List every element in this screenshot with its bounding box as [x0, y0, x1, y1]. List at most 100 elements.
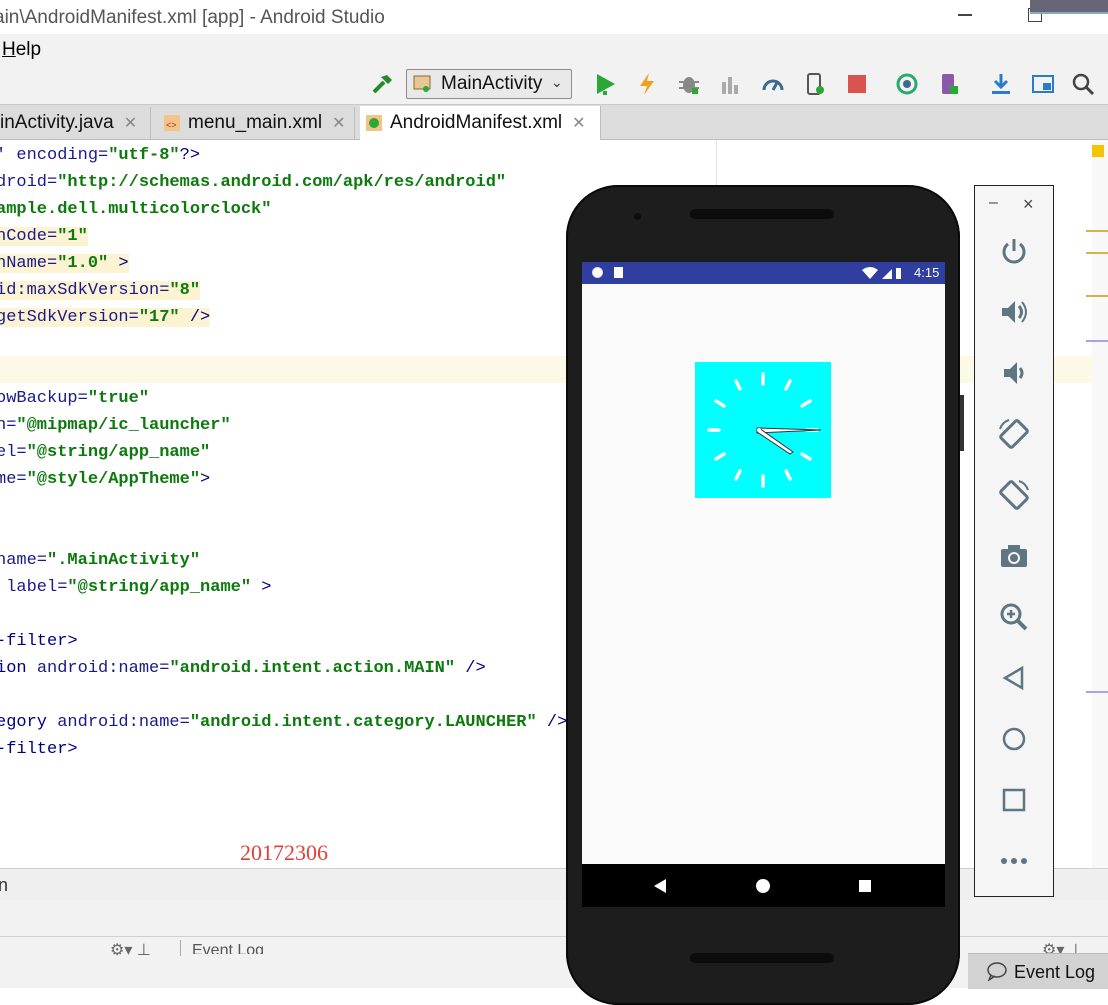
code-token: ?> [179, 146, 201, 165]
code-token: -filter> [0, 632, 78, 651]
status-time: 4:15 [914, 265, 940, 280]
code-line: ion android:name="android.intent.action.… [0, 655, 486, 682]
code-token: "1" [57, 227, 88, 246]
nav-back-icon[interactable] [654, 879, 668, 893]
toolbar: MainActivity ⌄ [0, 64, 1108, 105]
code-token: n= [0, 416, 17, 435]
code-token: ".MainActivity" [47, 551, 201, 570]
screenshot-icon[interactable] [997, 539, 1031, 573]
code-token: "@style/AppTheme" [26, 470, 201, 489]
overview-icon[interactable] [997, 783, 1031, 817]
code-token: "@string/app_name" [67, 578, 252, 597]
event-log-button[interactable]: Event Log [968, 953, 1108, 989]
rotate-left-icon[interactable] [997, 417, 1031, 451]
zoom-icon[interactable] [997, 600, 1031, 634]
code-line: label="@string/app_name" > [0, 574, 271, 601]
panel-minimize-button[interactable]: – [989, 194, 998, 212]
code-token: > [108, 254, 129, 273]
emulator-controls-panel: – × [974, 185, 1054, 897]
android-status-bar: 4:15 [582, 262, 945, 284]
panel-close-button[interactable]: × [1023, 194, 1034, 215]
code-token: el= [0, 443, 27, 462]
stop-icon[interactable] [844, 71, 870, 97]
nav-recents-icon[interactable] [859, 880, 871, 892]
code-token: "17" [138, 308, 180, 327]
code-token: "utf-8" [108, 146, 180, 165]
code-token: "http://schemas.android.com/apk/res/andr… [57, 173, 507, 192]
speaker-grille-bottom [690, 953, 834, 963]
chevron-down-icon: ⌄ [551, 74, 563, 90]
search-icon[interactable] [1070, 71, 1096, 97]
code-token: "android.intent.category.LAUNCHER" [189, 713, 537, 732]
code-line: egory android:name="android.intent.categ… [0, 709, 567, 736]
code-token: me= [0, 470, 27, 489]
run-icon[interactable] [592, 71, 618, 97]
code-line: droid="http://schemas.android.com/apk/re… [0, 169, 506, 196]
volume-up-icon[interactable] [997, 295, 1031, 329]
tab-menu-main[interactable]: <> menu_main.xml ✕ [158, 107, 355, 139]
code-line: nName="1.0" > [0, 250, 129, 277]
avd-manager-icon[interactable] [936, 71, 962, 97]
apply-changes-icon[interactable] [634, 71, 660, 97]
power-icon[interactable] [997, 234, 1031, 268]
code-line: n="@mipmap/ic_launcher" [0, 412, 231, 439]
tab-label: inActivity.java [0, 112, 114, 133]
project-structure-icon[interactable] [1030, 71, 1056, 97]
code-token: > [251, 578, 272, 597]
nav-home-icon[interactable] [756, 879, 770, 893]
code-token: "1.0" [57, 254, 109, 273]
sync-icon[interactable] [894, 71, 920, 97]
gear-icon[interactable]: ⚙▾ ⊥ [110, 940, 151, 960]
code-token: "@mipmap/ic_launcher" [16, 416, 231, 435]
menu-bar: Help [0, 34, 1108, 64]
side-button [960, 395, 964, 451]
signal-icon [862, 267, 901, 279]
menu-help[interactable]: Help [2, 39, 41, 61]
tab-main-activity[interactable]: inActivity.java ✕ [0, 107, 151, 139]
more-icon[interactable] [997, 844, 1031, 878]
home-icon[interactable] [997, 722, 1031, 756]
debug-icon[interactable] [676, 71, 702, 97]
hammer-icon[interactable] [370, 71, 396, 97]
code-token: owBackup= [0, 389, 88, 408]
code-token: android:name= [57, 713, 190, 732]
close-icon[interactable]: ✕ [572, 113, 585, 133]
minimize-icon[interactable] [958, 14, 972, 16]
manifest-file-icon [366, 115, 382, 131]
event-log-label: Event Log [1014, 962, 1096, 982]
device-file-icon[interactable] [802, 71, 828, 97]
sdk-manager-icon[interactable] [988, 71, 1014, 97]
code-line: nCode="1" [0, 223, 88, 250]
run-configuration-select[interactable]: MainActivity ⌄ [406, 69, 572, 99]
code-token: ' encoding= [0, 146, 109, 165]
code-token: "android.intent.action.MAIN" [169, 659, 456, 678]
sd-card-icon [614, 267, 623, 278]
code-token: getSdkVersion= [0, 308, 139, 327]
code-line: me="@style/AppTheme"> [0, 466, 210, 493]
tab-android-manifest[interactable]: AndroidManifest.xml ✕ [360, 106, 601, 140]
profile-icon[interactable] [718, 71, 744, 97]
code-token: ion [0, 659, 37, 678]
code-line: -filter> [0, 736, 78, 763]
clock-face-icon [707, 372, 822, 488]
emulator-screen[interactable] [582, 262, 945, 907]
volume-down-icon[interactable] [997, 356, 1031, 390]
code-token: /> [536, 713, 568, 732]
android-nav-bar [582, 864, 945, 907]
code-line: id:maxSdkVersion="8" [0, 277, 201, 304]
code-line: owBackup="true" [0, 385, 149, 412]
speech-bubble-icon [987, 962, 1007, 981]
code-token: ample.dell.multicolorclock" [0, 200, 272, 219]
code-line: ample.dell.multicolorclock" [0, 196, 271, 223]
code-token: /> [179, 308, 211, 327]
title-bar: ain\AndroidManifest.xml [app] - Android … [0, 0, 1108, 34]
code-token: nName= [0, 254, 58, 273]
attach-debugger-icon[interactable] [760, 71, 786, 97]
rotate-right-icon[interactable] [997, 478, 1031, 512]
close-icon[interactable]: ✕ [332, 113, 345, 133]
close-icon[interactable]: ✕ [124, 113, 137, 133]
back-icon[interactable] [997, 661, 1031, 695]
code-line: name=".MainActivity" [0, 547, 200, 574]
xml-file-icon: <> [164, 115, 180, 131]
code-token: nCode= [0, 227, 58, 246]
